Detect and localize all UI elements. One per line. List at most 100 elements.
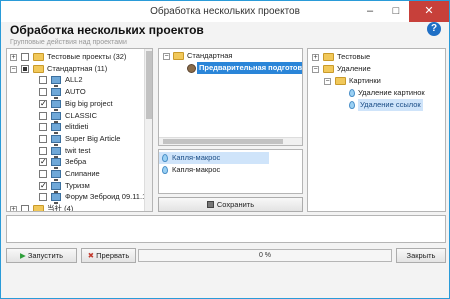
monitor-icon [51, 76, 61, 88]
list-item[interactable]: Капля-макрос [159, 152, 269, 164]
tree-project-item[interactable]: Big big project [7, 98, 145, 111]
tree-item-label: Тестовые проекты (32) [47, 52, 127, 61]
folder-icon [323, 65, 334, 73]
tree-expander[interactable]: − [312, 66, 319, 73]
projects-tree-scrollbar[interactable] [144, 49, 152, 211]
monitor-icon [51, 170, 61, 181]
tree-item-label: Big big project [65, 98, 113, 108]
tree-item-label: 当社 (4) [47, 204, 74, 212]
projects-tree[interactable]: + Тестовые проекты (32) − Стандартная (11) A… [6, 48, 153, 212]
progress-bar: 0 % [138, 249, 392, 262]
drop-icon [162, 166, 168, 174]
tree-item-label: ALL2 [65, 75, 83, 85]
tree-selected-item[interactable]: Предварительная подготов [197, 62, 302, 74]
checkbox[interactable] [39, 111, 47, 120]
tree-expander[interactable]: − [10, 65, 17, 73]
tree-folder-item[interactable]: + Тестовые [308, 51, 445, 63]
folder-icon [335, 77, 346, 85]
checkbox[interactable] [39, 156, 47, 168]
tree-expander[interactable]: + [10, 206, 17, 211]
tree-item-label: Зебра [65, 157, 87, 167]
tree-project-item[interactable]: twit test [7, 145, 145, 158]
folder-icon [323, 53, 334, 61]
checkbox[interactable] [39, 98, 47, 110]
folder-icon [33, 205, 44, 211]
tree-folder-item[interactable]: − Картинки [308, 75, 445, 87]
tree-root-label[interactable]: Стандартная [187, 50, 232, 62]
log-area [6, 215, 446, 243]
checkbox[interactable] [21, 64, 29, 73]
checkbox[interactable] [21, 53, 29, 61]
list-item[interactable]: Капля-макрос [159, 164, 269, 176]
monitor-icon [51, 181, 61, 193]
tree-item-label: CLASSIC [65, 110, 98, 120]
tree-expander[interactable]: − [163, 53, 170, 60]
tree-project-item[interactable]: Super Big Article [7, 133, 145, 146]
tree-project-item[interactable]: Туризм [7, 180, 145, 193]
tree-item-label: twit test [65, 145, 91, 155]
checkbox[interactable] [39, 134, 47, 143]
tree-expander[interactable]: − [324, 78, 331, 85]
scrollbar-thumb[interactable] [163, 139, 283, 144]
macro-list[interactable]: Капля-макрос Капля-макрос [158, 149, 303, 194]
checkbox[interactable] [39, 180, 47, 192]
tree-item-label: Туризм [65, 180, 90, 190]
tree-macro-item[interactable]: Удаление ссылок [308, 99, 445, 111]
checkbox[interactable] [39, 88, 47, 97]
gear-icon [187, 64, 196, 73]
tree-expander[interactable]: + [10, 54, 17, 61]
stop-icon: ✖ [87, 251, 95, 260]
tree-folder-item[interactable]: − Стандартная (11) [7, 63, 145, 75]
tree-item-label: Super Big Article [65, 133, 121, 143]
tree-item-label: Удаление картинок [358, 88, 425, 97]
main-window: Обработка нескольких проектов – □ ✕ Обра… [0, 0, 450, 299]
tree-item-label: Форум Зеброид 09.11.11 [65, 192, 150, 202]
tree-project-item[interactable]: ALL2 [7, 74, 145, 88]
monitor-icon [51, 111, 61, 123]
tree-folder-item[interactable]: − Удаление [308, 63, 445, 75]
tree-macro-item[interactable]: Удаление картинок [308, 87, 445, 99]
checkbox[interactable] [39, 76, 47, 85]
tree-project-item[interactable]: Слипание [7, 168, 145, 181]
minimize-button[interactable]: – [357, 1, 383, 22]
play-icon: ▶ [19, 251, 26, 260]
stop-button[interactable]: ✖ Прервать [81, 248, 136, 263]
tree-project-item[interactable]: AUTO [7, 86, 145, 100]
drop-icon [162, 154, 168, 162]
monitor-icon [51, 88, 61, 100]
close-window-button[interactable]: ✕ [409, 1, 449, 22]
checkbox[interactable] [21, 205, 29, 211]
monitor-icon [51, 99, 61, 111]
tree-project-item[interactable]: CLASSIC [7, 110, 145, 123]
checkbox[interactable] [39, 123, 47, 132]
tree-item-label: Удаление ссылок [358, 99, 423, 111]
tree-folder-item[interactable]: + Тестовые проекты (32) [7, 51, 145, 63]
monitor-icon [51, 193, 61, 205]
title-bar: Обработка нескольких проектов – □ ✕ [1, 1, 449, 22]
scrollbar-thumb[interactable] [146, 51, 152, 119]
checkbox[interactable] [39, 146, 47, 155]
save-button[interactable]: Сохранить [158, 197, 303, 212]
close-button[interactable]: Закрыть [396, 248, 446, 263]
tree-item-label: Картинки [349, 76, 381, 85]
tree-item-label: Тестовые [337, 52, 371, 61]
tree-project-item[interactable]: elitdieti [7, 121, 145, 135]
horizontal-scrollbar[interactable] [159, 137, 302, 145]
tree-item-label: Удаление [337, 64, 371, 73]
tree-folder-item[interactable]: + 当社 (4) [7, 203, 145, 212]
monitor-icon [51, 134, 61, 146]
page-title: Обработка нескольких проектов [10, 23, 204, 37]
macros-tree[interactable]: + Тестовые − Удаление − Картинки Удаление карт… [307, 48, 446, 212]
run-button[interactable]: ▶ Запустить [6, 248, 77, 263]
tree-item-label: AUTO [65, 87, 86, 97]
maximize-button[interactable]: □ [383, 1, 409, 22]
tree-project-item[interactable]: Форум Зеброид 09.11.11 [7, 191, 150, 205]
checkbox[interactable] [39, 193, 47, 202]
monitor-icon [51, 146, 61, 158]
project-structure-tree[interactable]: − Стандартная Предварительная подготов [158, 48, 303, 146]
tree-expander[interactable]: + [312, 54, 319, 61]
tree-project-item[interactable]: Зебра [7, 156, 145, 170]
checkbox[interactable] [39, 170, 47, 178]
progress-text: 0 % [258, 252, 272, 259]
help-icon[interactable]: ? [427, 22, 441, 36]
